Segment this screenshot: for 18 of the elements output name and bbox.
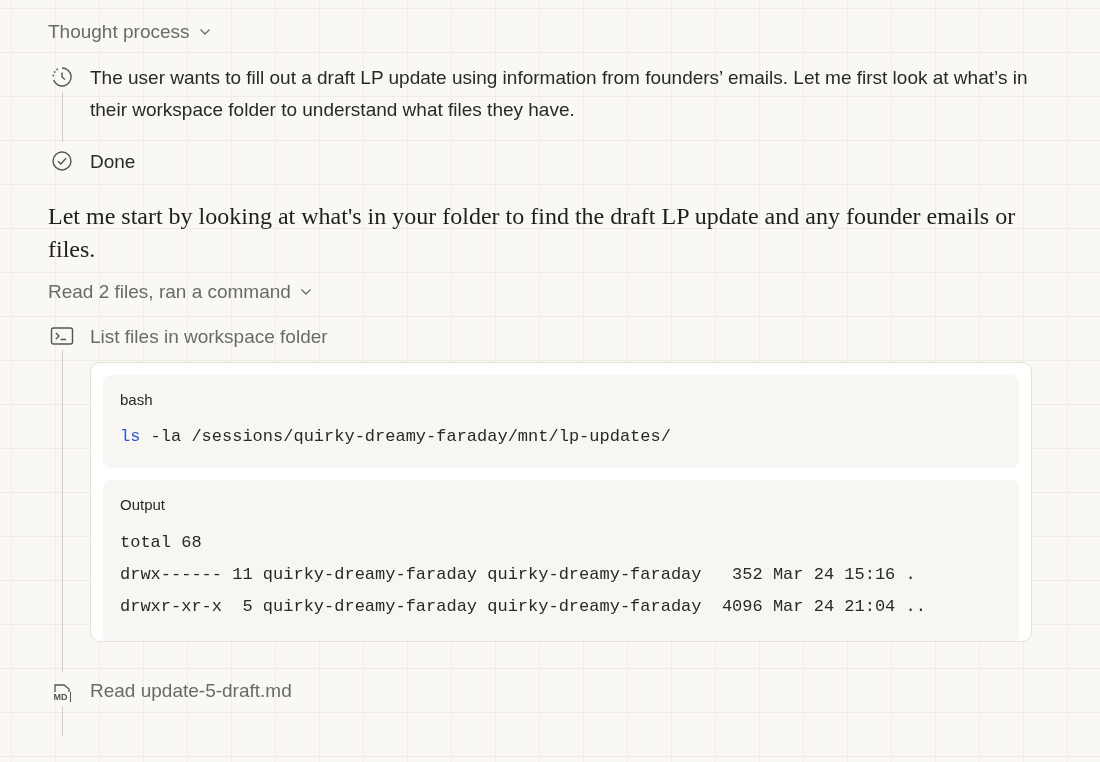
step-label[interactable]: List files in workspace folder: [90, 322, 1032, 352]
output-line: drwxr-xr-x 5 quirky-dreamy-faraday quirky-dreamy-faraday 4096 Mar 24 21:04 ..: [120, 596, 927, 618]
output-label: Output: [120, 496, 167, 513]
terminal-icon: [50, 326, 74, 346]
step-text: The user wants to fill out a draft LP update using information from founders’ emails. Let me first look at what’s in their workspace folder to understand what files they have.: [90, 66, 1029, 122]
language-label: bash: [120, 391, 154, 408]
command-line: ls -la /sessions/quirky-dreamy-faraday/mnt/lp-updates/: [120, 426, 672, 448]
assistant-message: Let me start by looking at what's in your folder to find the draft LP update and any founder emails or files.: [48, 202, 1017, 264]
clock-icon: [51, 66, 73, 88]
check-circle-icon: [51, 150, 73, 172]
output-line: total 68: [120, 532, 203, 554]
chevron-down-icon: [198, 28, 211, 36]
step-label[interactable]: Read update-5-draft.md: [90, 676, 292, 706]
chevron-down-icon: [299, 288, 312, 296]
thought-process-toggle[interactable]: Thought process: [48, 18, 211, 46]
step-text: Done: [90, 150, 137, 174]
output-line: drwx------ 11 quirky-dreamy-faraday quirky-dreamy-faraday 352 Mar 24 15:16 .: [120, 564, 917, 586]
tool-group-toggle[interactable]: Read 2 files, ran a command: [48, 278, 312, 306]
